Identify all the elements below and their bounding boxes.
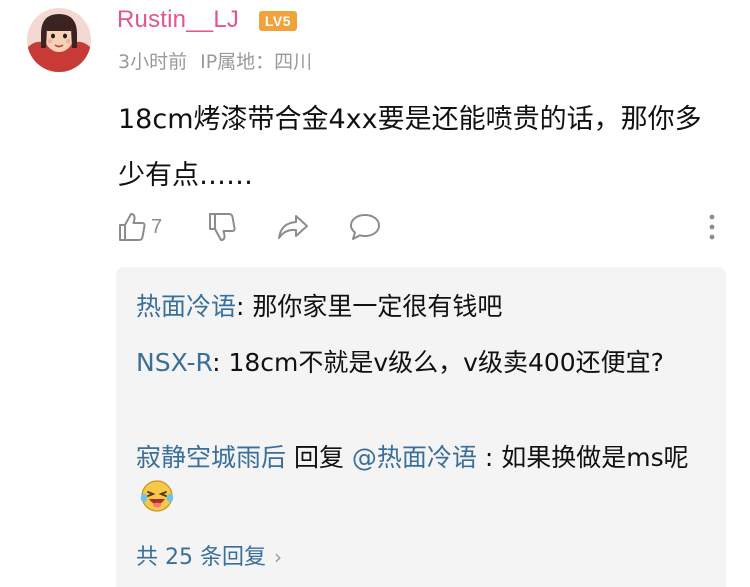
reply-username[interactable]: NSX-R: [136, 348, 212, 377]
reply-text: 如果换做是ms呢: [501, 443, 689, 472]
like-button[interactable]: 7: [116, 210, 162, 244]
ip-location: IP属地：四川: [200, 51, 313, 73]
share-icon: [278, 215, 308, 239]
share-button[interactable]: [276, 210, 310, 244]
reply-to-label: 回复: [286, 443, 352, 472]
level-badge: LV5: [259, 11, 297, 31]
reply-item: NSX-R: 18cm不就是v级么，v级卖400还便宜?: [136, 339, 696, 386]
thumbs-up-icon: [119, 213, 146, 241]
comment-card: Rustin__LJ LV5 3小时前 IP属地：四川 18cm烤漆带合金4xx要…: [0, 0, 750, 587]
reply-username[interactable]: 寂静空城雨后: [136, 443, 286, 472]
reply-item: 热面冷语: 那你家里一定很有钱吧: [136, 283, 696, 330]
reply-separator: :: [212, 348, 229, 377]
comment-meta: 3小时前 IP属地：四川: [118, 47, 312, 74]
action-bar: 7: [116, 210, 736, 244]
comment-time: 3小时前: [118, 51, 188, 73]
reply-mention[interactable]: @热面冷语: [352, 443, 477, 472]
comment-icon: [350, 214, 380, 240]
reply-item: 寂静空城雨后 回复 @热面冷语 : 如果换做是ms呢: [136, 434, 696, 529]
dislike-button[interactable]: [206, 210, 238, 244]
view-more-label: 共 25 条回复: [136, 545, 266, 570]
more-button[interactable]: [704, 210, 720, 244]
reply-button[interactable]: [348, 210, 382, 244]
thumbs-down-icon: [209, 213, 236, 241]
username[interactable]: Rustin__LJ: [117, 6, 239, 34]
chevron-right-icon: ›: [273, 545, 282, 569]
replies-box: 热面冷语: 那你家里一定很有钱吧 NSX-R: 18cm不就是v级么，v级卖40…: [116, 267, 726, 587]
comment-text: 18cm烤漆带合金4xx要是还能喷贵的话，那你多少有点……: [118, 104, 702, 191]
avatar[interactable]: [27, 8, 91, 72]
avatar-image: [27, 8, 91, 72]
reply-separator: :: [476, 443, 502, 472]
more-icon: [709, 214, 715, 240]
reply-separator: :: [236, 292, 253, 321]
like-count: 7: [151, 215, 163, 238]
reply-text: 18cm不就是v级么，v级卖400还便宜?: [228, 348, 664, 377]
reply-username[interactable]: 热面冷语: [136, 292, 236, 321]
reply-text: 那你家里一定很有钱吧: [252, 292, 503, 321]
view-all-replies-link[interactable]: 共 25 条回复 ›: [136, 539, 282, 571]
laughing-face-emoji: [138, 478, 176, 529]
